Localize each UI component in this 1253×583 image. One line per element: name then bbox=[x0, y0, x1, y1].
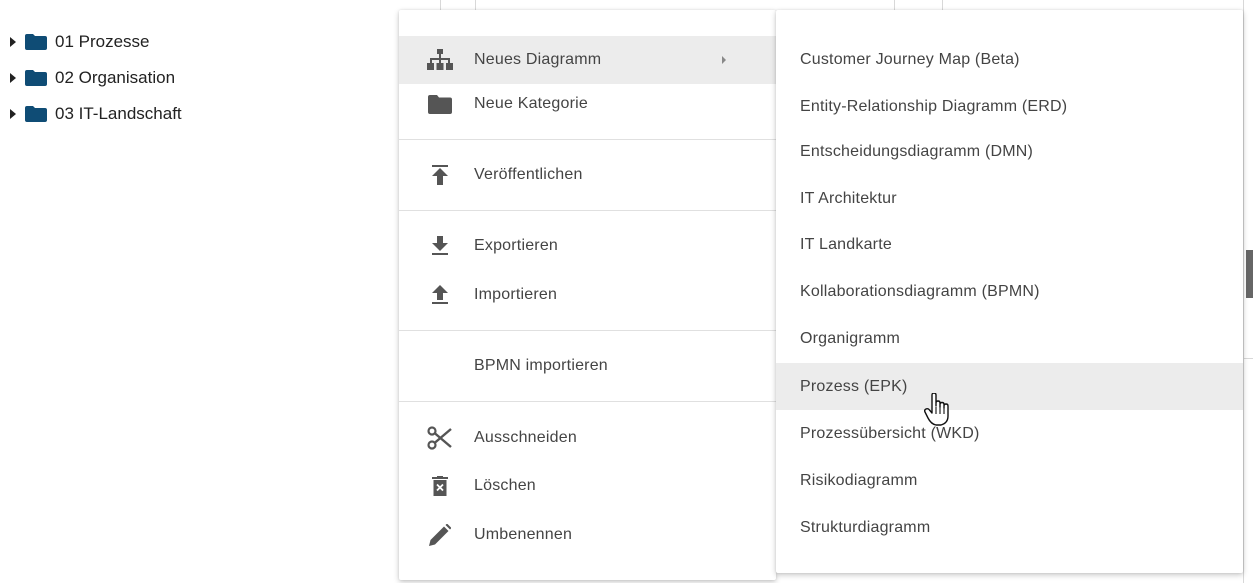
submenu-item-bpmn[interactable]: Kollaborationsdiagramm (BPMN) bbox=[776, 268, 1243, 315]
submenu-item-label: Prozessübersicht (WKD) bbox=[800, 424, 980, 442]
menu-item-label: Löschen bbox=[474, 477, 536, 494]
menu-item-label: Exportieren bbox=[474, 237, 559, 254]
menu-item-new-category[interactable]: Neue Kategorie bbox=[399, 80, 776, 128]
tree-item-prozesse[interactable]: 01 Prozesse bbox=[10, 24, 182, 60]
background-gridline bbox=[1243, 358, 1253, 359]
submenu-item-label: IT Architektur bbox=[800, 189, 897, 207]
menu-divider bbox=[399, 330, 776, 331]
submenu-item-label: IT Landkarte bbox=[800, 235, 892, 253]
publish-icon bbox=[426, 161, 454, 189]
menu-divider bbox=[399, 401, 776, 402]
folder-icon bbox=[25, 34, 47, 50]
caret-right-icon[interactable] bbox=[10, 109, 16, 119]
menu-item-import[interactable]: Importieren bbox=[399, 271, 776, 319]
menu-item-cut[interactable]: Ausschneiden bbox=[399, 414, 776, 462]
background-gridline bbox=[440, 0, 441, 10]
download-icon bbox=[426, 232, 454, 260]
tree-item-organisation[interactable]: 02 Organisation bbox=[10, 60, 182, 96]
new-diagram-submenu: Customer Journey Map (Beta) Entity-Relat… bbox=[776, 10, 1243, 573]
folder-icon bbox=[25, 106, 47, 122]
tree-item-it-landschaft[interactable]: 03 IT-Landschaft bbox=[10, 96, 182, 132]
menu-item-import-bpmn[interactable]: BPMN importieren bbox=[399, 342, 776, 390]
caret-right-icon[interactable] bbox=[10, 73, 16, 83]
upload-icon bbox=[426, 281, 454, 309]
submenu-item-organigramm[interactable]: Organigramm bbox=[776, 315, 1243, 362]
submenu-item-label: Prozess (EPK) bbox=[800, 377, 908, 395]
submenu-item-label: Kollaborationsdiagramm (BPMN) bbox=[800, 282, 1040, 300]
submenu-item-label: Strukturdiagramm bbox=[800, 518, 931, 536]
tree-item-label: 01 Prozesse bbox=[55, 32, 150, 51]
submenu-item-it-architektur[interactable]: IT Architektur bbox=[776, 175, 1243, 222]
category-tree: 01 Prozesse 02 Organisation 03 IT-Landsc… bbox=[10, 24, 182, 132]
submenu-item-erd[interactable]: Entity-Relationship Diagramm (ERD) bbox=[776, 83, 1243, 130]
submenu-item-wkd[interactable]: Prozessübersicht (WKD) bbox=[776, 410, 1243, 457]
submenu-item-label: Entity-Relationship Diagramm (ERD) bbox=[800, 97, 1068, 115]
submenu-item-label: Organigramm bbox=[800, 329, 901, 347]
background-gridline bbox=[894, 0, 895, 10]
menu-item-export[interactable]: Exportieren bbox=[399, 222, 776, 270]
submenu-item-epk[interactable]: Prozess (EPK) bbox=[776, 363, 1243, 410]
folder-icon bbox=[25, 70, 47, 86]
scissors-icon bbox=[426, 424, 454, 452]
folder-icon bbox=[426, 90, 454, 118]
menu-item-label: Umbenennen bbox=[474, 526, 573, 543]
submenu-item-label: Entscheidungsdiagramm (DMN) bbox=[800, 142, 1034, 160]
submenu-item-dmn[interactable]: Entscheidungsdiagramm (DMN) bbox=[776, 128, 1243, 175]
submenu-item-label: Risikodiagramm bbox=[800, 471, 918, 489]
tree-item-label: 02 Organisation bbox=[55, 68, 176, 87]
menu-item-label: Neue Kategorie bbox=[474, 95, 588, 112]
trash-icon bbox=[426, 472, 454, 500]
menu-divider bbox=[399, 139, 776, 140]
menu-item-new-diagram[interactable]: Neues Diagramm bbox=[399, 36, 776, 84]
submenu-item-customer-journey-map[interactable]: Customer Journey Map (Beta) bbox=[776, 36, 1243, 83]
menu-item-publish[interactable]: Veröffentlichen bbox=[399, 151, 776, 199]
tree-item-label: 03 IT-Landschaft bbox=[55, 104, 182, 123]
background-gridline bbox=[942, 0, 943, 10]
menu-item-delete[interactable]: Löschen bbox=[399, 462, 776, 510]
menu-item-rename[interactable]: Umbenennen bbox=[399, 511, 776, 559]
menu-item-label: Ausschneiden bbox=[474, 429, 577, 446]
context-menu: Neues Diagramm Neue Kategorie Veröffentl… bbox=[399, 10, 776, 580]
background-gridline bbox=[1243, 0, 1244, 583]
menu-divider bbox=[399, 210, 776, 211]
menu-item-label: Neues Diagramm bbox=[474, 51, 602, 68]
submenu-item-strukturdiagramm[interactable]: Strukturdiagramm bbox=[776, 504, 1243, 551]
submenu-item-it-landkarte[interactable]: IT Landkarte bbox=[776, 221, 1243, 268]
hierarchy-icon bbox=[426, 46, 454, 74]
menu-item-label: Importieren bbox=[474, 286, 558, 303]
menu-item-label: BPMN importieren bbox=[474, 357, 608, 374]
caret-right-icon[interactable] bbox=[10, 37, 16, 47]
submenu-item-risikodiagramm[interactable]: Risikodiagramm bbox=[776, 457, 1243, 504]
pencil-icon bbox=[426, 521, 454, 549]
background-gridline bbox=[475, 0, 476, 10]
submenu-arrow-icon bbox=[722, 56, 726, 64]
submenu-item-label: Customer Journey Map (Beta) bbox=[800, 50, 1020, 68]
menu-item-label: Veröffentlichen bbox=[474, 166, 583, 183]
background-shape bbox=[1246, 250, 1253, 298]
